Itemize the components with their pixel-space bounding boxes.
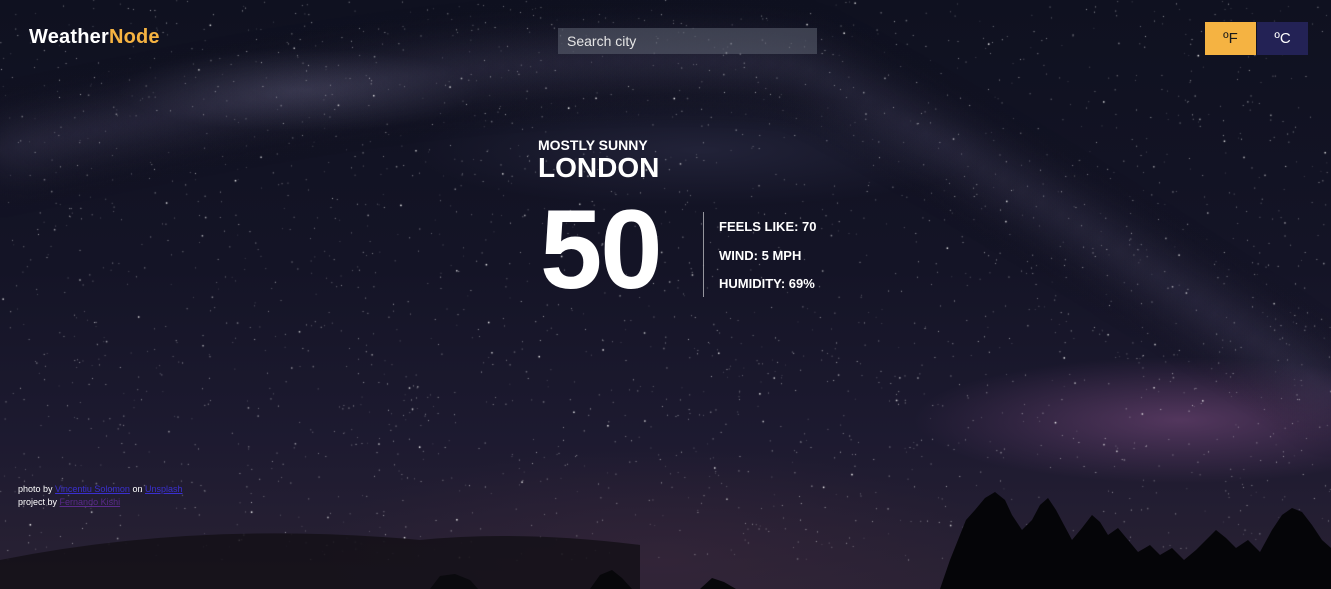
project-credit-prefix: project by [18, 497, 58, 507]
temperature-value: 50 [540, 187, 663, 312]
project-author-link[interactable]: Fernando Kishi [60, 497, 121, 507]
photo-author-link[interactable]: Vincentiu Solomon [55, 484, 130, 494]
logo-accent-text: Node [108, 26, 160, 48]
photo-credit: photo by Vincentiu Solomon on Unsplash [18, 484, 183, 494]
city-name: LONDON [538, 152, 660, 183]
weather-condition: MOSTLY SUNNY [538, 137, 648, 153]
photo-source-link[interactable]: Unsplash [145, 484, 183, 494]
stats-divider [703, 212, 704, 297]
search-city-input[interactable] [558, 28, 817, 54]
wind-stat: WIND: 5 MPH [719, 248, 802, 263]
logo-primary-text: Weather [29, 26, 109, 48]
tree-silhouettes [0, 492, 1331, 589]
project-credit: project by Fernando Kishi [18, 497, 120, 507]
background-photo: WeatherNode ºF ºC MOSTLY SUNNY LONDON 50… [0, 0, 1331, 589]
celsius-button[interactable]: ºC [1257, 22, 1308, 55]
humidity-stat: HUMIDITY: 69% [719, 276, 815, 291]
feels-like-stat: FEELS LIKE: 70 [719, 219, 817, 234]
photo-credit-on: on [132, 484, 143, 494]
photo-credit-prefix: photo by [18, 484, 53, 494]
fahrenheit-button[interactable]: ºF [1205, 22, 1256, 55]
app-logo[interactable]: WeatherNode [29, 26, 160, 49]
